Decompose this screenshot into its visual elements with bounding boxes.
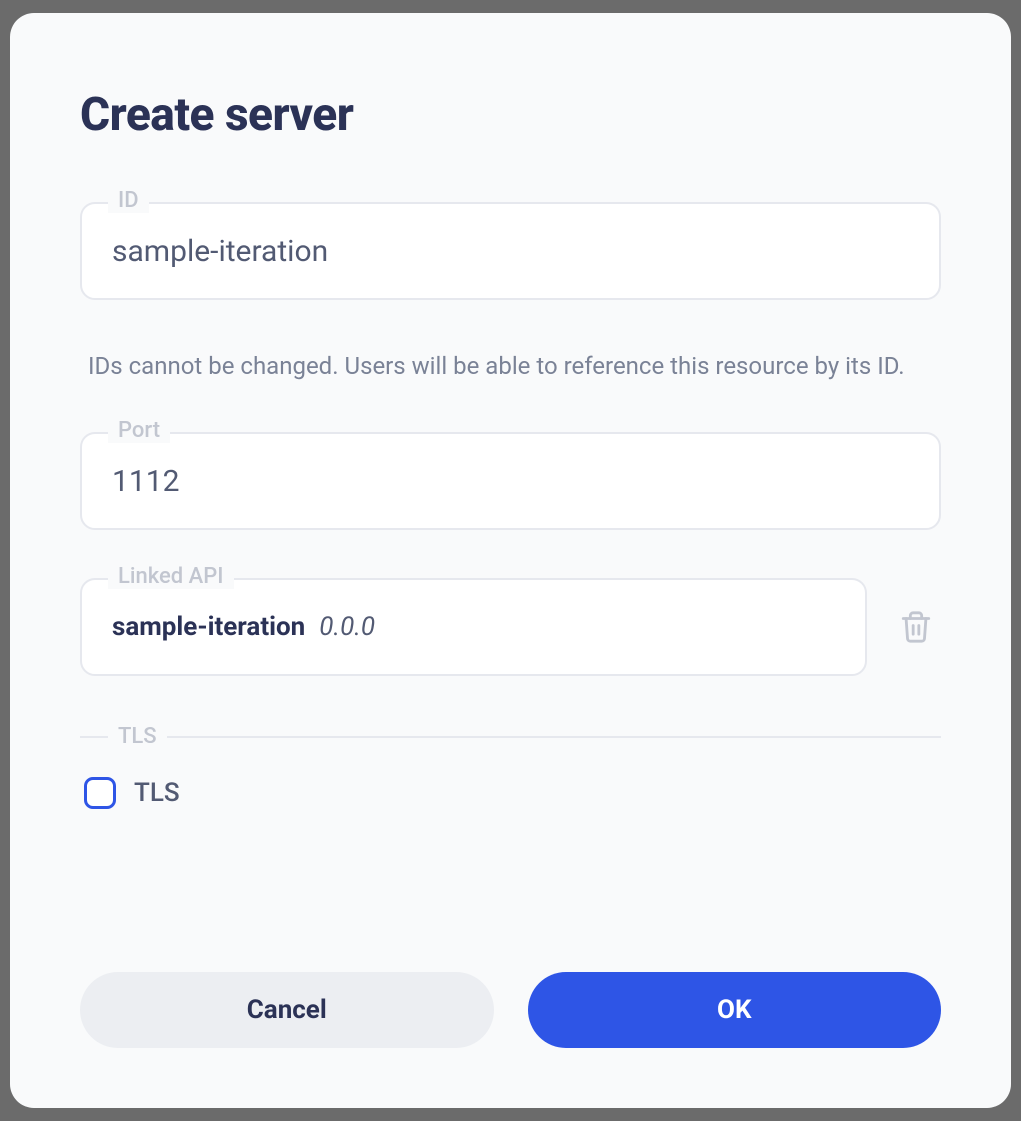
id-field-group: ID <box>80 202 941 300</box>
dialog-button-row: Cancel OK <box>80 912 941 1048</box>
tls-checkbox[interactable] <box>84 777 116 809</box>
tls-section: TLS TLS <box>80 724 941 809</box>
trash-icon <box>899 608 933 646</box>
id-label: ID <box>108 188 149 213</box>
linked-api-label: Linked API <box>108 564 234 589</box>
port-field-group: Port <box>80 432 941 530</box>
tls-divider: TLS <box>80 724 941 749</box>
tls-checkbox-row: TLS <box>80 777 941 809</box>
create-server-dialog: Create server ID IDs cannot be changed. … <box>10 13 1011 1108</box>
linked-api-field-group: Linked API sample-iteration 0.0.0 <box>80 578 867 676</box>
id-input[interactable] <box>80 202 941 300</box>
linked-api-version: 0.0.0 <box>319 612 375 642</box>
id-helper-text: IDs cannot be changed. Users will be abl… <box>80 348 941 384</box>
linked-api-row: Linked API sample-iteration 0.0.0 <box>80 578 941 676</box>
cancel-button[interactable]: Cancel <box>80 972 494 1048</box>
delete-linked-api-button[interactable] <box>891 600 941 654</box>
port-label: Port <box>108 418 170 443</box>
tls-checkbox-label: TLS <box>134 778 180 808</box>
linked-api-name: sample-iteration <box>112 612 305 642</box>
dialog-title: Create server <box>80 88 941 142</box>
linked-api-display[interactable]: sample-iteration 0.0.0 <box>80 578 867 676</box>
ok-button[interactable]: OK <box>528 972 942 1048</box>
tls-section-label: TLS <box>108 724 167 749</box>
port-input[interactable] <box>80 432 941 530</box>
